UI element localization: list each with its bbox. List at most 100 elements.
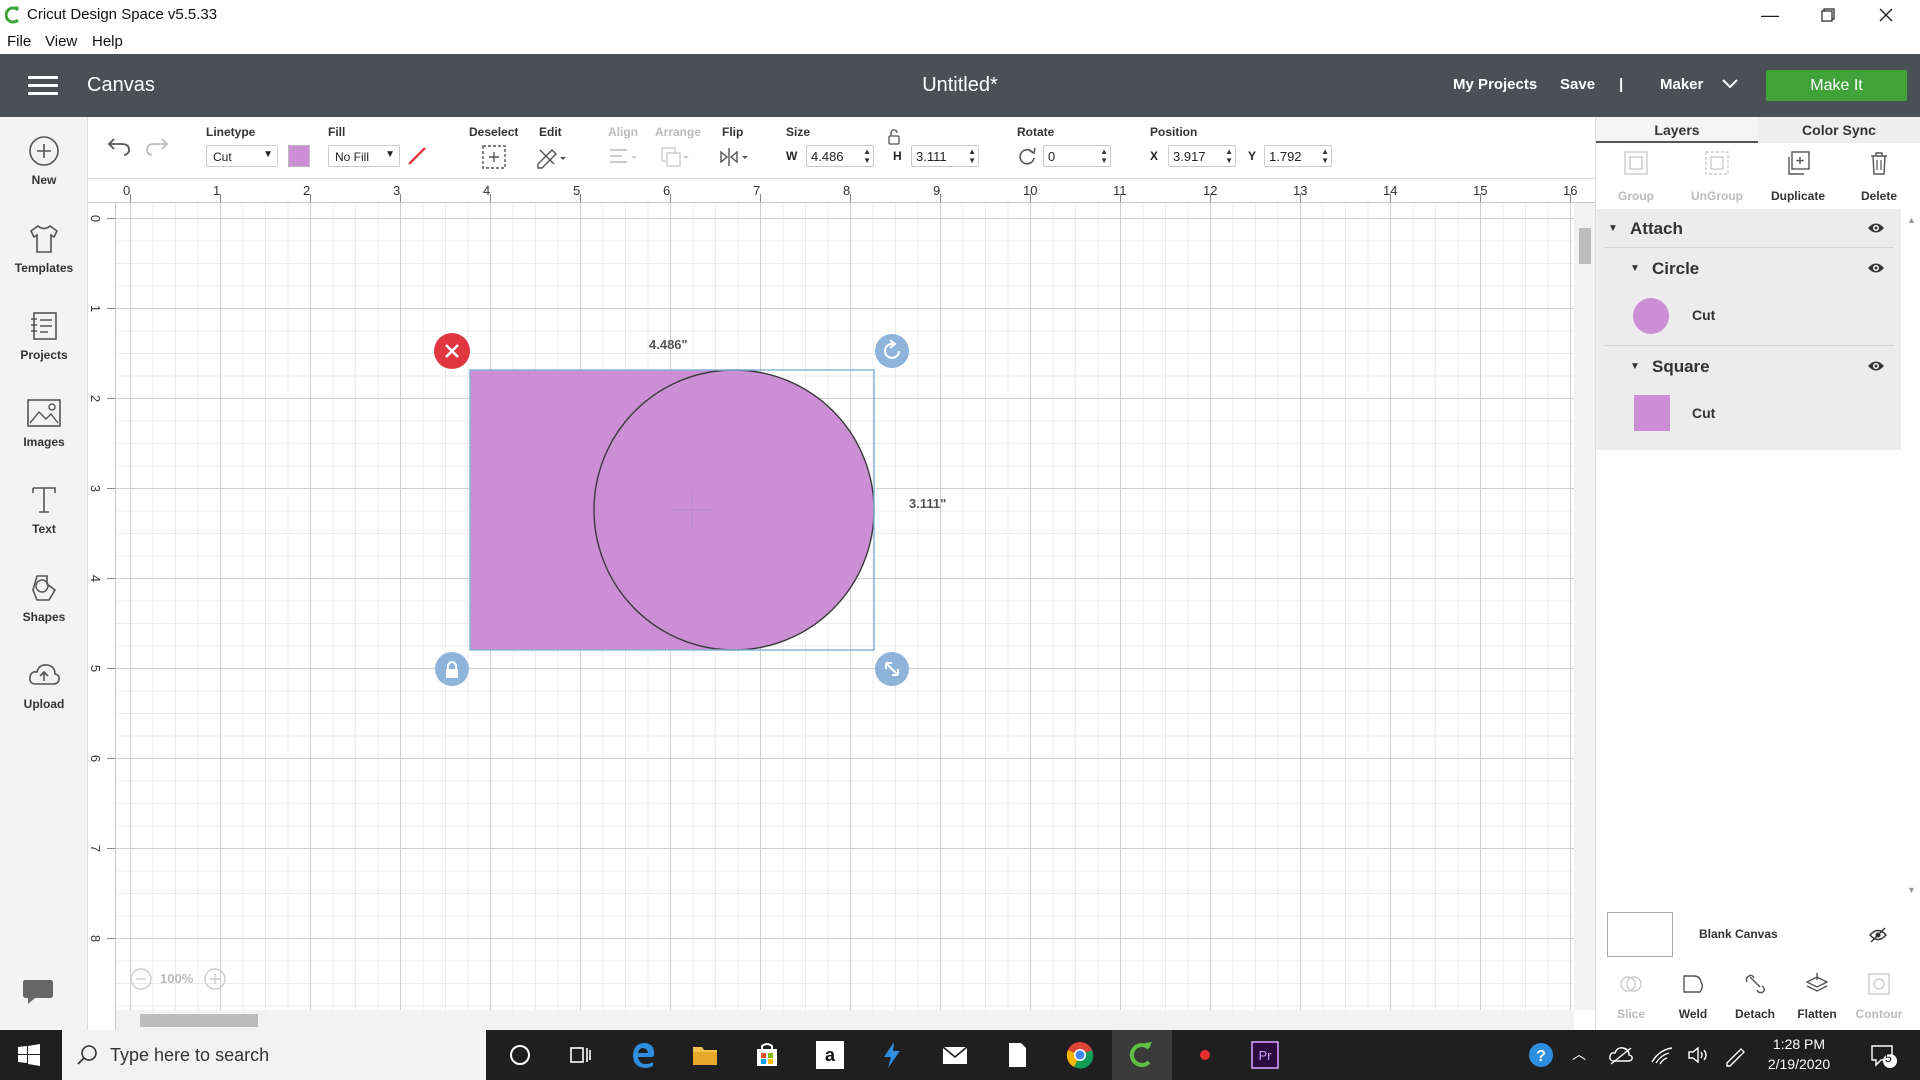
chevron-up-icon[interactable]: ︿ xyxy=(1572,1044,1586,1064)
cortana-icon[interactable] xyxy=(505,1040,535,1070)
deselect-icon[interactable] xyxy=(481,144,507,170)
cloud-sync-icon[interactable] xyxy=(1606,1040,1636,1070)
flatten-button[interactable]: Flatten xyxy=(1782,972,1852,1021)
machine-select[interactable]: Maker xyxy=(1660,76,1738,93)
make-it-button[interactable]: Make It xyxy=(1766,70,1907,101)
flip-icon[interactable] xyxy=(716,144,752,170)
resize-handle[interactable] xyxy=(875,652,909,686)
store-icon[interactable] xyxy=(752,1040,782,1070)
volume-icon[interactable] xyxy=(1683,1040,1713,1070)
slice-icon xyxy=(1620,976,1642,992)
restore-button[interactable] xyxy=(1800,0,1856,30)
task-view-icon[interactable] xyxy=(565,1040,595,1070)
recorder-icon[interactable] xyxy=(1190,1040,1220,1070)
lock-handle[interactable] xyxy=(435,652,469,686)
sidebar-item-templates[interactable]: Templates xyxy=(0,223,88,275)
edge-icon[interactable] xyxy=(628,1040,658,1070)
wifi-icon[interactable] xyxy=(1647,1040,1677,1070)
stepper-arrows-icon[interactable]: ▲ ▼ xyxy=(1100,147,1108,165)
pen-icon[interactable] xyxy=(1720,1040,1750,1070)
detach-button[interactable]: Detach xyxy=(1720,972,1790,1021)
weld-button[interactable]: Weld xyxy=(1658,972,1728,1021)
contour-button[interactable]: Contour xyxy=(1844,972,1914,1021)
sidebar-item-new[interactable]: New xyxy=(0,135,88,187)
ungroup-button[interactable]: UnGroup xyxy=(1677,150,1757,203)
fill-color-none-icon[interactable] xyxy=(406,145,428,167)
layer-op-square[interactable]: Cut xyxy=(1596,385,1901,441)
menu-view[interactable]: View xyxy=(45,33,77,50)
my-projects-button[interactable]: My Projects xyxy=(1453,76,1537,93)
visibility-eye-icon[interactable] xyxy=(1867,359,1885,373)
layers-scrollbar[interactable]: ▲ ▼ xyxy=(1901,209,1920,899)
design-canvas[interactable]: 4.486" 3.111" xyxy=(116,203,1574,1010)
layer-op-circle[interactable]: Cut xyxy=(1596,287,1901,343)
sidebar-item-shapes[interactable]: Shapes xyxy=(0,572,88,624)
notifications-icon[interactable] xyxy=(1868,1040,1898,1070)
stepper-arrows-icon[interactable]: ▲ ▼ xyxy=(1321,147,1329,165)
file-explorer-icon[interactable] xyxy=(690,1040,720,1070)
ungroup-label: UnGroup xyxy=(1691,189,1743,203)
minimize-button[interactable]: — xyxy=(1742,0,1798,30)
sidebar-item-images[interactable]: Images xyxy=(0,397,88,449)
rotate-input[interactable]: 0 ▲ ▼ xyxy=(1043,145,1111,167)
slice-button[interactable]: Slice xyxy=(1596,972,1666,1021)
bolt-app-icon[interactable] xyxy=(877,1040,907,1070)
collapse-arrow-icon[interactable]: ▼ xyxy=(1630,361,1640,372)
zoom-out-icon[interactable] xyxy=(130,968,152,990)
canvas-horizontal-scrollbar[interactable] xyxy=(116,1010,1574,1030)
lock-proportions-icon[interactable] xyxy=(887,129,901,145)
sidebar-item-text[interactable]: Text xyxy=(0,484,88,536)
fill-select[interactable]: No Fill ▼ xyxy=(328,145,400,167)
width-input[interactable]: 4.486 ▲ ▼ xyxy=(806,145,874,167)
layer-item-circle[interactable]: ▼ Circle xyxy=(1596,249,1901,287)
undo-icon[interactable] xyxy=(106,135,132,157)
circle-shape[interactable] xyxy=(593,369,875,651)
save-button[interactable]: Save xyxy=(1560,76,1595,93)
x-position-input[interactable]: 3.917 ▲ ▼ xyxy=(1168,145,1236,167)
align-icon[interactable] xyxy=(607,145,639,169)
clock[interactable]: 1:28 PM 2/19/2020 xyxy=(1754,1036,1844,1072)
help-icon[interactable]: ? xyxy=(1526,1040,1556,1070)
close-window-button[interactable] xyxy=(1858,0,1914,30)
delete-handle[interactable] xyxy=(434,333,470,369)
group-button[interactable]: Group xyxy=(1596,150,1676,203)
mail-icon[interactable] xyxy=(940,1040,970,1070)
hidden-eye-icon[interactable] xyxy=(1868,927,1888,943)
menu-help[interactable]: Help xyxy=(92,33,123,50)
document-icon[interactable] xyxy=(1002,1040,1032,1070)
layer-item-square[interactable]: ▼ Square xyxy=(1596,347,1901,385)
delete-button[interactable]: Delete xyxy=(1839,150,1919,203)
linetype-select[interactable]: Cut ▼ xyxy=(206,145,278,167)
premiere-icon[interactable]: Pr xyxy=(1250,1040,1280,1070)
blank-canvas-swatch[interactable] xyxy=(1607,912,1673,957)
y-position-input[interactable]: 1.792 ▲ ▼ xyxy=(1264,145,1332,167)
stepper-arrows-icon[interactable]: ▲ ▼ xyxy=(863,147,871,165)
stepper-arrows-icon[interactable]: ▲ ▼ xyxy=(968,147,976,165)
visibility-eye-icon[interactable] xyxy=(1867,221,1885,235)
collapse-arrow-icon[interactable]: ▼ xyxy=(1608,223,1618,234)
taskbar-search[interactable]: Type here to search xyxy=(62,1030,486,1080)
chat-icon[interactable] xyxy=(21,977,55,1007)
height-input[interactable]: 3.111 ▲ ▼ xyxy=(911,145,979,167)
stepper-arrows-icon[interactable]: ▲ ▼ xyxy=(1225,147,1233,165)
edit-tools-icon[interactable] xyxy=(534,144,568,170)
redo-icon[interactable] xyxy=(144,135,170,157)
cricut-taskbar-icon[interactable] xyxy=(1127,1040,1157,1070)
menu-file[interactable]: File xyxy=(7,33,31,50)
tab-color-sync[interactable]: Color Sync xyxy=(1758,117,1920,143)
rotate-handle[interactable] xyxy=(875,334,909,368)
chrome-icon[interactable] xyxy=(1065,1040,1095,1070)
layer-group-attach[interactable]: ▼ Attach xyxy=(1596,209,1901,247)
sidebar-item-upload[interactable]: Upload xyxy=(0,659,88,711)
sidebar-item-projects[interactable]: Projects xyxy=(0,310,88,362)
visibility-eye-icon[interactable] xyxy=(1867,261,1885,275)
collapse-arrow-icon[interactable]: ▼ xyxy=(1630,263,1640,274)
windows-start-icon[interactable] xyxy=(18,1044,40,1066)
tab-layers[interactable]: Layers xyxy=(1596,117,1758,143)
amazon-icon[interactable]: a xyxy=(815,1040,845,1070)
zoom-in-icon[interactable] xyxy=(204,968,226,990)
arrange-icon[interactable] xyxy=(659,145,691,169)
linetype-color-swatch[interactable] xyxy=(288,145,310,167)
duplicate-button[interactable]: Duplicate xyxy=(1758,150,1838,203)
canvas-vertical-scrollbar[interactable] xyxy=(1574,203,1595,1010)
